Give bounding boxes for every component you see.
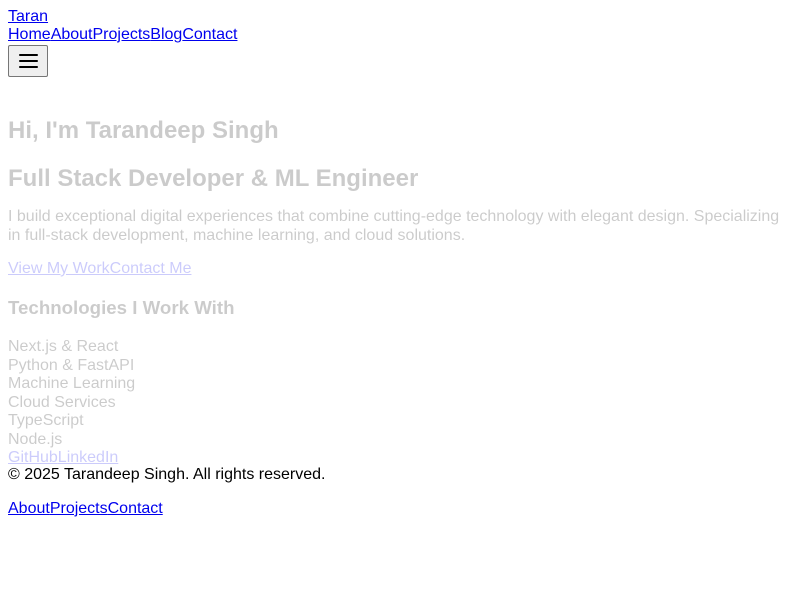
- hamburger-icon: [19, 54, 38, 68]
- view-work-link[interactable]: View My Work: [8, 260, 110, 277]
- nav-link-contact[interactable]: Contact: [182, 26, 237, 43]
- tech-item: Cloud Services: [8, 393, 116, 411]
- tech-item: Python & FastAPI: [8, 356, 135, 374]
- social-links: GitHubLinkedIn: [8, 449, 792, 467]
- cta-row: View My WorkContact Me: [8, 259, 792, 278]
- tech-heading: Technologies I Work With: [8, 297, 235, 318]
- tech-list: Next.js & React Python & FastAPI Machine…: [8, 338, 792, 449]
- hero-description: I build exceptional digital experiences …: [8, 208, 780, 244]
- github-link[interactable]: GitHub: [8, 449, 58, 466]
- site-header: Taran HomeAboutProjectsBlogContact: [8, 8, 792, 77]
- linkedin-link[interactable]: LinkedIn: [58, 449, 119, 466]
- footer-link-projects[interactable]: Projects: [50, 500, 108, 517]
- tech-item: Node.js: [8, 430, 63, 448]
- copyright-text: © 2025 Tarandeep Singh. All rights reser…: [8, 466, 326, 483]
- footer-link-about[interactable]: About: [8, 500, 50, 517]
- hero-title: Hi, I'm Tarandeep Singh: [8, 117, 279, 144]
- nav-link-blog[interactable]: Blog: [150, 26, 182, 43]
- tech-item: Machine Learning: [8, 375, 136, 392]
- hero-subtitle: Full Stack Developer & ML Engineer: [8, 165, 419, 192]
- menu-toggle-button[interactable]: [8, 45, 48, 77]
- main-nav: HomeAboutProjectsBlogContact: [8, 26, 792, 44]
- contact-me-link[interactable]: Contact Me: [110, 260, 192, 277]
- tech-item: TypeScript: [8, 412, 84, 429]
- site-footer: © 2025 Tarandeep Singh. All rights reser…: [8, 466, 792, 518]
- nav-link-about[interactable]: About: [51, 26, 93, 43]
- tech-item: Next.js & React: [8, 338, 119, 355]
- footer-link-contact[interactable]: Contact: [108, 500, 163, 517]
- nav-link-projects[interactable]: Projects: [93, 26, 151, 43]
- nav-link-home[interactable]: Home: [8, 26, 51, 43]
- brand-logo-link[interactable]: Taran: [8, 8, 792, 26]
- footer-links: AboutProjectsContact: [8, 500, 792, 518]
- hero-section: Hi, I'm Tarandeep Singh Full Stack Devel…: [8, 117, 792, 467]
